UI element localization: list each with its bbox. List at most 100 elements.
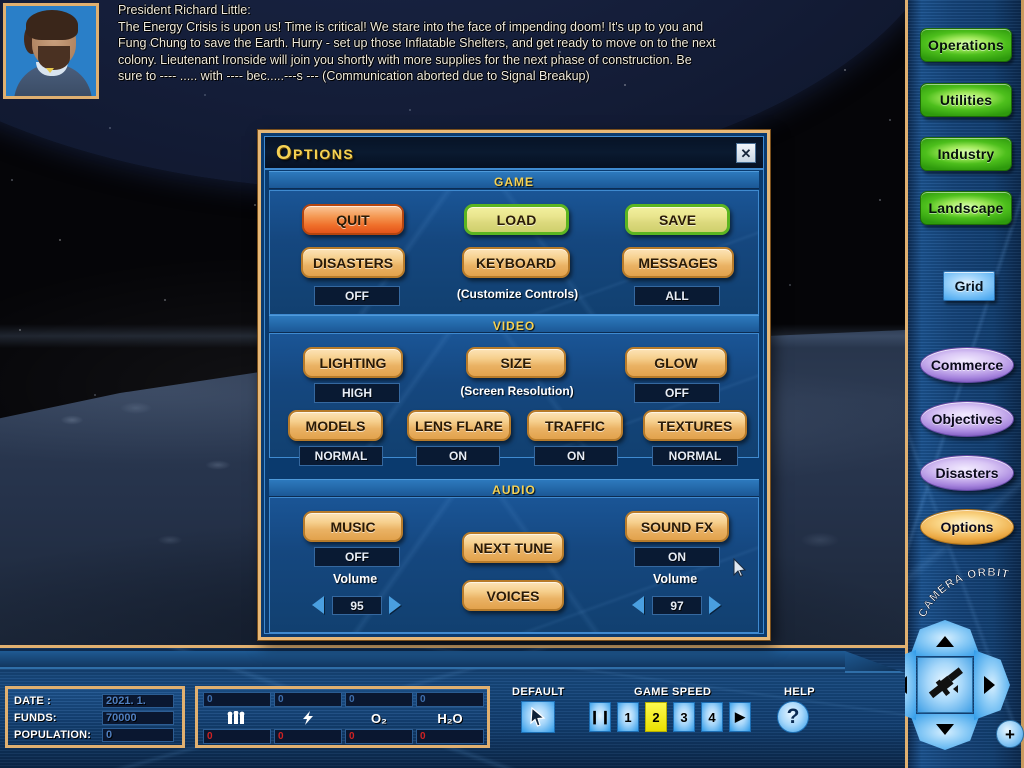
size-button[interactable]: SIZE — [466, 347, 566, 378]
triangle-up-icon — [936, 636, 954, 647]
resource-water: 0 H₂O 0 — [416, 692, 484, 744]
sidebar-item-grid[interactable]: Grid — [943, 271, 995, 301]
pause-icon: ❙❙ — [589, 709, 611, 725]
cursor-arrow-icon — [527, 706, 549, 728]
music-button[interactable]: MUSIC — [303, 511, 403, 542]
fast-forward-icon: ▶ — [735, 709, 745, 725]
messages-button[interactable]: MESSAGES — [622, 247, 734, 278]
traffic-label: TRAFFIC — [545, 418, 605, 434]
voices-label: VOICES — [487, 588, 540, 604]
sidebar-item-utilities[interactable]: Utilities — [920, 83, 1012, 117]
close-glyph: ✕ — [741, 147, 752, 160]
sidebar-label-disasters: Disasters — [935, 465, 998, 481]
music-volume-decrease-icon[interactable] — [312, 596, 324, 614]
lighting-label: LIGHTING — [320, 355, 387, 371]
glow-button[interactable]: GLOW — [625, 347, 727, 378]
speed-button-pause[interactable]: ❙❙ — [589, 702, 611, 732]
camera-down-button[interactable] — [910, 714, 980, 750]
music-volume-increase-icon[interactable] — [389, 596, 401, 614]
sidebar-item-commerce[interactable]: Commerce — [920, 347, 1014, 383]
sfx-volume-value: 97 — [652, 596, 702, 615]
sfx-volume-decrease-icon[interactable] — [632, 596, 644, 614]
lens-flare-label: LENS FLARE — [415, 418, 503, 434]
sfx-volume-increase-icon[interactable] — [709, 596, 721, 614]
voices-button[interactable]: VOICES — [462, 580, 564, 611]
default-label: DEFAULT — [512, 686, 565, 698]
sidebar-item-disasters[interactable]: Disasters — [920, 455, 1014, 491]
video-section: LIGHTING SIZE GLOW HIGH (Screen Resoluti… — [269, 333, 759, 458]
lens-flare-button[interactable]: LENS FLARE — [407, 410, 511, 441]
water-icon: H₂O — [416, 707, 484, 729]
satellite-button[interactable] — [917, 657, 973, 713]
speed-button-4[interactable]: 4 — [701, 702, 723, 732]
message-text: President Richard Little: The Energy Cri… — [118, 2, 718, 85]
bottom-bar-strip — [0, 651, 845, 669]
satellite-icon — [923, 663, 967, 707]
sound-fx-label: SOUND FX — [641, 519, 713, 535]
population-value: 0 — [102, 728, 174, 742]
size-label: SIZE — [500, 355, 531, 371]
close-icon[interactable]: ✕ — [736, 143, 756, 163]
messages-value: ALL — [634, 286, 720, 306]
oxygen-supply-value: 0 — [345, 692, 413, 707]
speed-button-3[interactable]: 3 — [673, 702, 695, 732]
sidebar-label-utilities: Utilities — [940, 92, 992, 108]
plus-icon: + — [1005, 726, 1015, 743]
sidebar-label-commerce: Commerce — [931, 357, 1003, 373]
audio-section: MUSIC SOUND FX NEXT TUNE VOICES OFF ON V… — [269, 497, 759, 633]
speed-button-1[interactable]: 1 — [617, 702, 639, 732]
options-title-bar: Options ✕ — [265, 137, 763, 170]
game-speed-label: GAME SPEED — [634, 686, 711, 698]
sidebar-item-landscape[interactable]: Landscape — [920, 191, 1012, 225]
camera-up-button[interactable] — [910, 620, 980, 656]
population-icon — [203, 707, 271, 729]
keyboard-label: KEYBOARD — [476, 255, 556, 271]
textures-value: NORMAL — [652, 446, 738, 466]
default-view-button[interactable] — [521, 701, 555, 733]
quit-label: QUIT — [336, 212, 369, 228]
sidebar-item-options[interactable]: Options — [920, 509, 1014, 545]
power-supply-value: 0 — [274, 692, 342, 707]
disasters-label: DISASTERS — [313, 255, 393, 271]
sidebar-item-objectives[interactable]: Objectives — [920, 401, 1014, 437]
stats-panel: DATE : 2021. 1. FUNDS: 70000 POPULATION:… — [5, 686, 185, 748]
load-button[interactable]: LOAD — [464, 204, 569, 235]
help-label: HELP — [784, 686, 815, 698]
avatar-hair — [26, 10, 78, 40]
speed-button-2[interactable]: 2 — [645, 702, 667, 732]
zoom-in-button[interactable]: + — [996, 720, 1024, 748]
page-title: Options — [276, 142, 354, 165]
models-button[interactable]: MODELS — [288, 410, 383, 441]
load-label: LOAD — [497, 212, 537, 228]
speed-label-1: 1 — [624, 710, 631, 725]
traffic-button[interactable]: TRAFFIC — [527, 410, 623, 441]
disasters-value: OFF — [314, 286, 400, 306]
models-label: MODELS — [306, 418, 366, 434]
sidebar-label-options: Options — [941, 519, 994, 535]
disasters-button[interactable]: DISASTERS — [301, 247, 405, 278]
glow-label: GLOW — [654, 355, 698, 371]
models-value: NORMAL — [299, 446, 383, 466]
game-screen: President Richard Little: The Energy Cri… — [0, 0, 1024, 768]
date-value: 2021. 1. — [102, 694, 174, 708]
camera-right-button[interactable] — [974, 650, 1010, 720]
textures-button[interactable]: TEXTURES — [643, 410, 747, 441]
sidebar-label-industry: Industry — [938, 146, 995, 162]
sfx-volume-label: Volume — [653, 572, 697, 586]
next-tune-button[interactable]: NEXT TUNE — [462, 532, 564, 563]
save-button[interactable]: SAVE — [625, 204, 730, 235]
lighting-button[interactable]: LIGHTING — [303, 347, 403, 378]
sidebar-item-operations[interactable]: Operations — [920, 28, 1012, 62]
video-section-bar — [269, 315, 759, 333]
help-button[interactable]: ? — [777, 701, 809, 733]
sound-fx-button[interactable]: SOUND FX — [625, 511, 729, 542]
options-dialog: Options ✕ GAME QUIT LOAD SAVE DISASTERS … — [258, 130, 770, 640]
sidebar-label-landscape: Landscape — [929, 200, 1004, 216]
sidebar-item-industry[interactable]: Industry — [920, 137, 1012, 171]
keyboard-button[interactable]: KEYBOARD — [462, 247, 570, 278]
music-volume-label: Volume — [333, 572, 377, 586]
sound-fx-value: ON — [634, 547, 720, 567]
speed-button-fast-forward[interactable]: ▶ — [729, 702, 751, 732]
lighting-value: HIGH — [314, 383, 400, 403]
quit-button[interactable]: QUIT — [302, 204, 404, 235]
